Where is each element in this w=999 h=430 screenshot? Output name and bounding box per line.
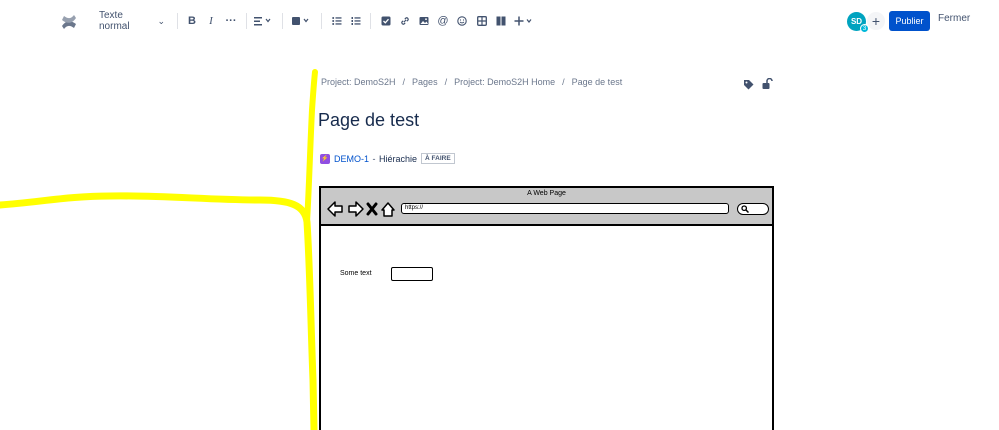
breadcrumb-separator: / <box>444 77 448 87</box>
image-icon[interactable] <box>418 11 430 31</box>
emoji-icon[interactable] <box>456 11 468 31</box>
mention-icon[interactable]: @ <box>437 11 449 31</box>
page-title[interactable]: Page de test <box>318 110 419 131</box>
mockup-input-box <box>391 267 433 281</box>
text-style-dropdown[interactable]: Texte normal ⌄ <box>99 10 165 32</box>
breadcrumb-item[interactable]: Project: DemoS2H Home <box>454 77 555 87</box>
italic-icon[interactable]: I <box>204 11 218 31</box>
mockup-url-bar: https:// <box>401 203 729 214</box>
toolbar-divider <box>177 13 178 29</box>
search-icon <box>741 205 749 213</box>
toolbar-divider <box>321 13 322 29</box>
home-icon <box>381 202 395 217</box>
breadcrumb-item[interactable]: Page de test <box>572 77 623 87</box>
breadcrumb-separator: / <box>402 77 406 87</box>
bold-icon[interactable]: B <box>185 11 199 31</box>
breadcrumb: Project: DemoS2H / Pages / Project: Demo… <box>321 77 622 87</box>
breadcrumb-separator: / <box>562 77 565 87</box>
mockup-title: A Web Page <box>527 190 566 197</box>
more-icon[interactable]: ··· <box>223 11 239 31</box>
status-badge: À FAIRE <box>421 153 455 164</box>
issue-summary: Hiérachie <box>379 153 418 164</box>
breadcrumb-item[interactable]: Project: DemoS2H <box>321 77 396 87</box>
forward-arrow-icon <box>348 201 364 217</box>
label-tag-icon[interactable] <box>743 79 754 90</box>
numbered-list-icon[interactable] <box>350 11 362 31</box>
insert-icon[interactable] <box>514 11 534 31</box>
chevron-down-icon: ⌄ <box>157 15 165 26</box>
bullet-list-icon[interactable] <box>331 11 343 31</box>
align-icon[interactable] <box>253 11 273 31</box>
link-icon[interactable] <box>399 11 411 31</box>
toolbar-divider <box>370 13 371 29</box>
breadcrumb-item[interactable]: Pages <box>412 77 438 87</box>
mockup-browser-header: A Web Page https:// <box>321 188 772 226</box>
table-icon[interactable] <box>476 11 488 31</box>
layout-icon[interactable] <box>495 11 507 31</box>
unlock-icon[interactable] <box>762 78 773 90</box>
close-button[interactable]: Fermer <box>938 13 970 24</box>
issue-type-icon: ⚡ <box>320 153 330 164</box>
mockup-label: Some text <box>340 270 372 277</box>
mockup-search-box <box>737 203 769 215</box>
wireframe-mockup[interactable]: A Web Page https:// Some text <box>319 186 774 430</box>
back-arrow-icon <box>327 201 343 217</box>
issue-key-link[interactable]: DEMO-1 <box>334 154 369 164</box>
issue-separator: - <box>370 153 379 164</box>
toolbar-divider <box>246 13 247 29</box>
text-style-label: Texte normal <box>99 10 130 32</box>
mockup-nav-icons <box>327 201 395 217</box>
confluence-logo-icon[interactable] <box>60 13 78 31</box>
invite-button[interactable]: + <box>867 12 885 30</box>
task-icon[interactable] <box>380 11 392 31</box>
plus-icon: + <box>871 13 881 29</box>
publish-button[interactable]: Publier <box>889 11 930 31</box>
toolbar-divider <box>282 13 283 29</box>
color-icon[interactable] <box>292 11 312 31</box>
jira-issue-macro[interactable]: ⚡ DEMO-1 - Hiérachie À FAIRE <box>320 152 455 165</box>
stop-x-icon <box>366 202 378 216</box>
editor-toolbar: Texte normal ⌄ B I ··· @ SD 3 + Publier … <box>0 0 999 42</box>
